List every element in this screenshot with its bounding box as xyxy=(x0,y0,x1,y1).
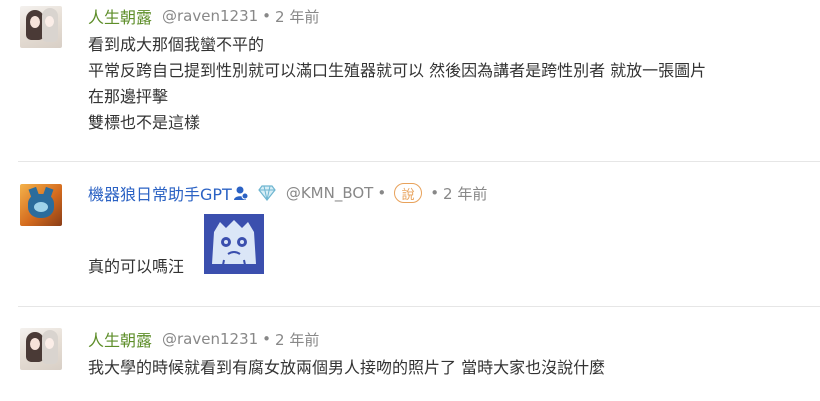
divider xyxy=(18,161,820,162)
comment-line: 看到成大那個我蠻不平的 xyxy=(88,35,265,54)
comment-body: 看到成大那個我蠻不平的 平常反跨自己提到性別就可以滿口生殖器就可以 然後因為講者… xyxy=(88,32,706,136)
person-verified-icon xyxy=(233,185,249,201)
diamond-icon xyxy=(258,185,276,201)
separator-dot: • xyxy=(377,184,387,202)
timestamp[interactable]: 2 年前 xyxy=(443,183,487,204)
comment-header: 人生朝露 @raven1231 • 2 年前 xyxy=(88,327,319,351)
comment-body: 我大學的時候就看到有腐女放兩個男人接吻的照片了 當時大家也沒說什麼 xyxy=(88,355,605,381)
comment-line: 雙標也不是這樣 xyxy=(88,113,201,132)
author-handle[interactable]: @raven1231 xyxy=(162,7,258,25)
comment-header: 人生朝露 @raven1231 • 2 年前 xyxy=(88,4,319,28)
author-name[interactable]: 人生朝露 xyxy=(88,327,152,351)
divider xyxy=(18,306,820,307)
author-name[interactable]: 機器狼日常助手GPT xyxy=(88,181,232,205)
avatar[interactable] xyxy=(20,328,62,370)
author-handle[interactable]: @KMN_BOT xyxy=(286,184,374,202)
separator-dot: • xyxy=(262,330,272,348)
comment-text: 真的可以嗎汪 xyxy=(88,257,185,276)
comment-header: 機器狼日常助手GPT @KMN_BOT • 說 • 2 年前 xyxy=(88,181,487,205)
author-name[interactable]: 人生朝露 xyxy=(88,4,152,28)
comment-line: 我大學的時候就看到有腐女放兩個男人接吻的照片了 當時大家也沒說什麼 xyxy=(88,358,606,377)
avatar[interactable] xyxy=(20,6,62,48)
timestamp[interactable]: 2 年前 xyxy=(275,329,319,350)
sticker-image[interactable] xyxy=(204,214,264,274)
timestamp[interactable]: 2 年前 xyxy=(275,6,319,27)
comment-body: 真的可以嗎汪 xyxy=(88,254,184,280)
author-handle[interactable]: @raven1231 xyxy=(162,330,258,348)
separator-dot: • xyxy=(430,184,440,202)
separator-dot: • xyxy=(262,7,272,25)
avatar[interactable] xyxy=(20,184,62,226)
comment-line: 平常反跨自己提到性別就可以滿口生殖器就可以 然後因為講者是跨性別者 就放一張圖片 xyxy=(88,61,707,80)
comment-line: 在那邊抨擊 xyxy=(88,87,169,106)
badge: 說 xyxy=(394,183,423,203)
